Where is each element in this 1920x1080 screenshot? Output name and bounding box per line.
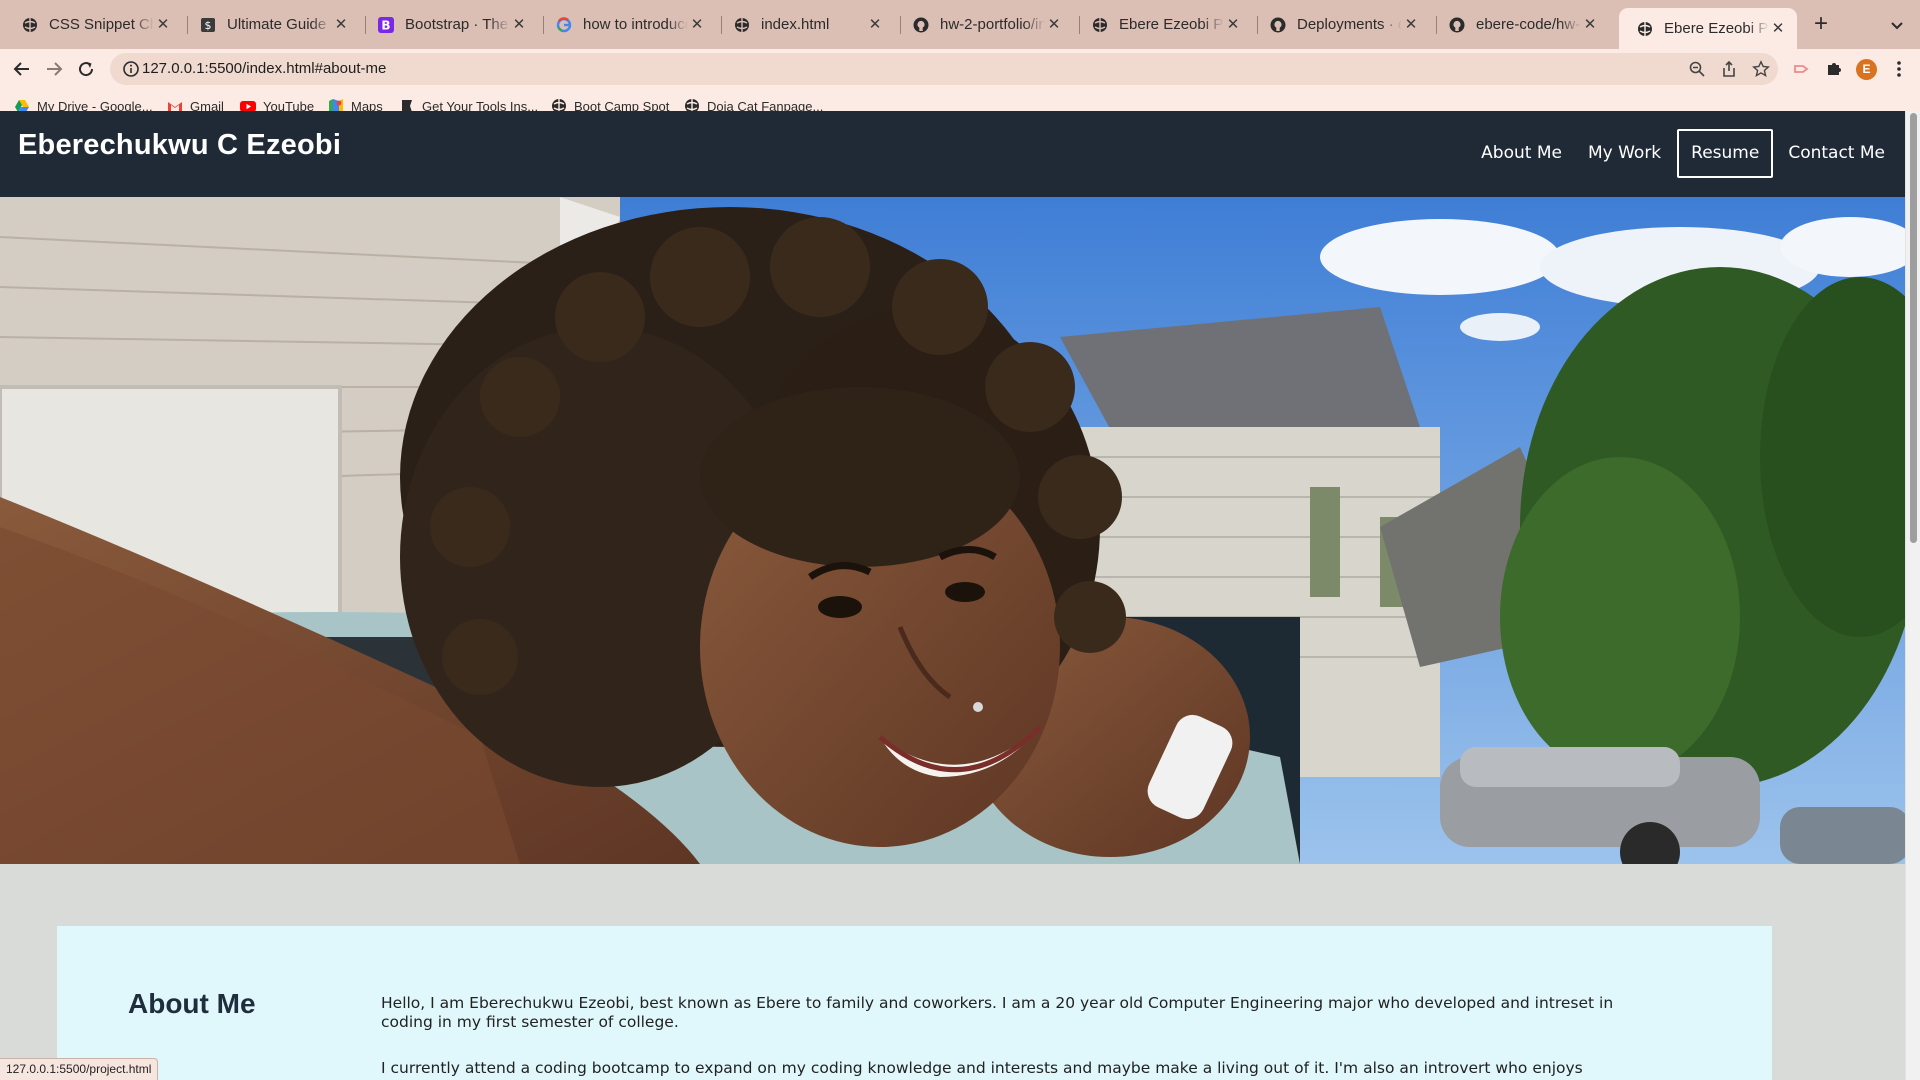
status-bar-url: 127.0.0.1:5500/project.html xyxy=(0,1058,159,1080)
info-icon[interactable] xyxy=(122,60,140,78)
zoom-icon[interactable] xyxy=(1688,60,1706,78)
tab-bootstrap[interactable]: B Bootstrap · The most popular ✕ xyxy=(360,8,538,41)
globe-icon xyxy=(734,17,750,33)
close-icon[interactable]: ✕ xyxy=(688,16,706,34)
tab-ebere-portfolio-active[interactable]: Ebere Ezeobi Portfolio ✕ xyxy=(1619,8,1797,49)
google-icon xyxy=(556,16,572,33)
tab-title: CSS Snippet Cheatsheet xyxy=(49,16,154,33)
scrollbar-thumb[interactable] xyxy=(1910,113,1917,543)
bootstrap-icon: B xyxy=(378,16,394,33)
github-icon xyxy=(1449,17,1465,33)
nav-resume[interactable]: Resume xyxy=(1677,129,1774,178)
tab-title: Ultimate Guide to CSS xyxy=(227,16,332,33)
url-text[interactable]: 127.0.0.1:5500/index.html#about-me xyxy=(142,60,386,77)
reload-button[interactable] xyxy=(72,55,100,83)
star-icon[interactable] xyxy=(1752,60,1770,78)
tab-title: Bootstrap · The most popular xyxy=(405,16,510,33)
close-icon[interactable]: ✕ xyxy=(1581,16,1599,34)
tab-index-html[interactable]: index.html ✕ xyxy=(716,8,894,41)
svg-text:$: $ xyxy=(205,19,212,32)
tab-github-portfolio-index[interactable]: hw-2-portfolio/index.html ✕ xyxy=(895,8,1073,41)
vertical-scrollbar[interactable] xyxy=(1905,111,1920,1080)
svg-text:B: B xyxy=(381,18,390,32)
github-icon xyxy=(913,17,929,33)
site-nav: About Me My Work Resume Contact Me xyxy=(1455,129,1885,178)
back-button[interactable] xyxy=(8,55,36,83)
close-icon[interactable]: ✕ xyxy=(154,16,172,34)
tab-title: hw-2-portfolio/index.html xyxy=(940,16,1045,33)
tab-title: ebere-code/hw-2-portfolio xyxy=(1476,16,1581,33)
tab-title: how to introduce yourself xyxy=(583,16,688,33)
chevron-down-icon[interactable] xyxy=(1885,13,1909,37)
nav-contact-me[interactable]: Contact Me xyxy=(1788,131,1885,176)
about-text: Hello, I am Eberechukwu Ezeobi, best kno… xyxy=(381,994,1641,1080)
site-title[interactable]: Eberechukwu C Ezeobi xyxy=(18,129,341,162)
about-heading: About Me xyxy=(128,988,256,1019)
close-icon[interactable]: ✕ xyxy=(1402,16,1420,34)
close-icon[interactable]: ✕ xyxy=(332,16,350,34)
share-icon[interactable] xyxy=(1720,60,1738,78)
about-paragraph: I currently attend a coding bootcamp to … xyxy=(381,1059,1583,1080)
avatar[interactable]: E xyxy=(1856,59,1877,80)
close-icon[interactable]: ✕ xyxy=(866,16,884,34)
tab-google-search[interactable]: how to introduce yourself ✕ xyxy=(538,8,716,41)
tab-strip: CSS Snippet Cheatsheet ✕ $ Ultimate Guid… xyxy=(0,0,1920,49)
arrow-left-icon xyxy=(13,62,29,76)
github-icon xyxy=(1270,17,1286,33)
globe-icon xyxy=(1637,21,1653,37)
arrow-right-icon xyxy=(47,62,63,76)
tab-title: Ebere Ezeobi Portfolio xyxy=(1664,20,1769,37)
extension-icon[interactable] xyxy=(1792,59,1812,79)
globe-icon xyxy=(1092,17,1108,33)
close-icon[interactable]: ✕ xyxy=(1045,16,1063,34)
tab-css-snippet[interactable]: CSS Snippet Cheatsheet ✕ xyxy=(4,8,182,41)
close-icon[interactable]: ✕ xyxy=(1224,16,1242,34)
reload-icon xyxy=(79,62,94,77)
globe-icon xyxy=(22,17,38,33)
nav-about-me[interactable]: About Me xyxy=(1481,131,1562,176)
browser-toolbar: 127.0.0.1:5500/index.html#about-me E xyxy=(0,49,1920,89)
page-viewport: Eberechukwu C Ezeobi About Me My Work Re… xyxy=(0,111,1905,1080)
close-icon[interactable]: ✕ xyxy=(1769,20,1787,38)
tab-deployments[interactable]: Deployments · ebere-code ✕ xyxy=(1252,8,1430,41)
forward-button[interactable] xyxy=(40,55,68,83)
tab-title: Ebere Ezeobi Portfolio xyxy=(1119,16,1224,33)
puzzle-icon[interactable] xyxy=(1824,59,1844,79)
tab-ultimate-guide[interactable]: $ Ultimate Guide to CSS ✕ xyxy=(182,8,360,41)
kebab-menu-icon[interactable] xyxy=(1889,59,1909,79)
tab-title: Deployments · ebere-code xyxy=(1297,16,1402,33)
about-paragraph: Hello, I am Eberechukwu Ezeobi, best kno… xyxy=(381,994,1614,1031)
tab-ebere-portfolio[interactable]: Ebere Ezeobi Portfolio ✕ xyxy=(1074,8,1252,41)
address-bar[interactable]: 127.0.0.1:5500/index.html#about-me xyxy=(110,53,1778,85)
tab-title: index.html xyxy=(761,16,830,33)
site-icon: $ xyxy=(200,17,216,33)
close-icon[interactable]: ✕ xyxy=(510,16,528,34)
site-header: Eberechukwu C Ezeobi About Me My Work Re… xyxy=(0,111,1905,197)
about-me-section: About Me Hello, I am Eberechukwu Ezeobi,… xyxy=(57,926,1772,1080)
new-tab-button[interactable]: + xyxy=(1809,12,1833,37)
nav-my-work[interactable]: My Work xyxy=(1588,131,1661,176)
tab-github-repo[interactable]: ebere-code/hw-2-portfolio ✕ xyxy=(1431,8,1609,41)
hero-photo xyxy=(0,197,1905,864)
